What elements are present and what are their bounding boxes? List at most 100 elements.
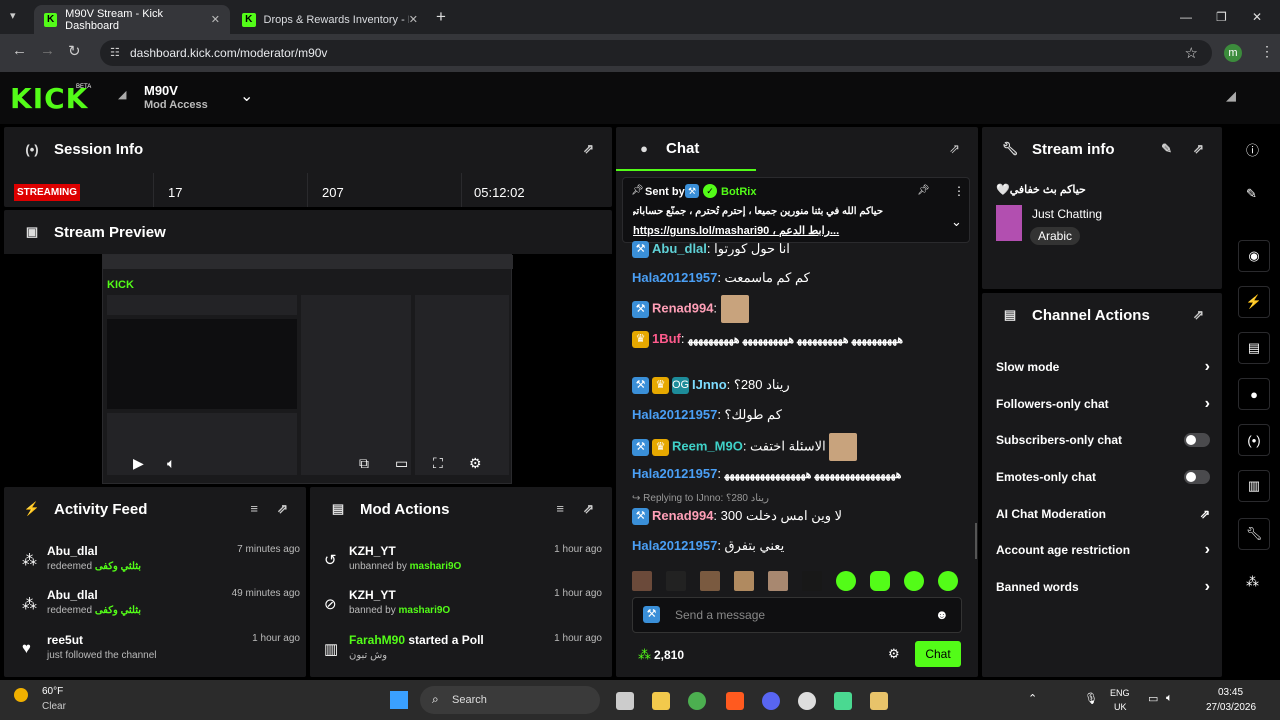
info-icon[interactable]: ⓘ [1246,140,1259,159]
mod-action-user[interactable]: KZH_YT [349,588,396,602]
emote-button[interactable] [870,571,890,591]
activity-user[interactable]: ree5ut [47,633,83,647]
clock-date[interactable]: 27/03/2026 [1206,702,1256,713]
reply-context[interactable]: ↪ Replying to IJnno: ريناد 280؟ [632,493,972,504]
chat-username[interactable]: Reem_M9O [672,438,743,453]
settings-gear-icon[interactable]: ⚙ [469,455,482,472]
speaker-icon[interactable]: 🔈︎ [1166,692,1173,705]
emote-button[interactable] [632,571,652,591]
weather-icon[interactable] [14,688,28,702]
emoji-picker-icon[interactable]: ☻ [935,607,949,622]
tab-drops-rewards[interactable]: K Drops & Rewards Inventory - Ki ✕ [232,5,428,34]
pinned-message[interactable]: 📌︎ Sent by ⚒ ✓ BotRix 📌︎ ⋮ حياكم الله في… [622,177,970,243]
category-thumbnail[interactable] [996,205,1022,241]
language-region[interactable]: UK [1114,702,1127,712]
app-icon[interactable] [834,692,852,710]
filter-icon[interactable]: ≡ [556,501,564,516]
broadcast-icon[interactable]: (•) [1238,424,1270,456]
profile-avatar[interactable]: m [1224,44,1242,62]
new-tab-button[interactable]: + [436,7,446,27]
tray-chevron-icon[interactable]: ⌃ [1028,692,1037,705]
site-info-icon[interactable]: ☷ [110,46,120,59]
pinned-line-2[interactable]: https://guns.lol/mashari90 ، رابط الدعم.… [633,224,873,237]
close-tab-icon[interactable]: ✕ [409,13,418,26]
reload-icon[interactable]: ↻ [68,42,81,60]
account-age-row[interactable]: Account age restriction › [996,532,1210,568]
mod-action-user[interactable]: FarahM90 started a Poll [349,633,484,647]
lightning-icon[interactable]: ⚡ [1238,286,1270,318]
tab-list-icon[interactable]: ▾ [10,9,16,22]
chat-username[interactable]: IJnno [692,377,727,392]
chat-username[interactable]: Hala20121957 [632,407,717,422]
obs-icon[interactable] [798,692,816,710]
chat-username[interactable]: Hala20121957 [632,466,717,481]
emotes-only-toggle[interactable] [1184,470,1210,484]
chat-send-button[interactable]: Chat [915,641,961,667]
microphone-icon[interactable]: 🎙︎ [1084,692,1098,705]
popout-icon[interactable]: ⇗ [277,501,288,517]
pip-icon[interactable]: ⧉ [359,455,369,472]
slow-mode-row[interactable]: Slow mode › [996,349,1210,385]
chrome-icon[interactable] [688,692,706,710]
chat-username[interactable]: Renad994 [652,508,713,523]
bookmark-star-icon[interactable]: ☆ [1185,44,1198,62]
emote-button[interactable] [836,571,856,591]
mod-action-user[interactable]: KZH_YT [349,544,396,558]
chat-settings-icon[interactable]: ⚙ [888,646,900,662]
popout-icon[interactable]: ⇗ [1193,141,1204,157]
banned-words-row[interactable]: Banned words › [996,569,1210,605]
minimize-icon[interactable]: — [1180,10,1192,24]
more-options-icon[interactable]: ⋮ [953,184,965,198]
discord-icon[interactable] [762,692,780,710]
network-icon[interactable]: ▭ [1148,692,1158,705]
popout-icon[interactable]: ⇗ [949,141,960,157]
taskbar-search[interactable]: ⌕ Search [420,686,600,714]
pinned-author[interactable]: BotRix [721,186,756,198]
brave-icon[interactable] [726,692,744,710]
channel-actions-icon[interactable]: ▥ [1238,470,1270,502]
popout-icon[interactable]: ⇗ [583,501,594,517]
task-view-icon[interactable] [616,692,634,710]
emote-button[interactable] [938,571,958,591]
points-balance[interactable]: 2,810 [654,648,684,662]
restore-icon[interactable]: ❐ [1216,10,1227,24]
edit-layout-icon[interactable]: ✎ [1246,186,1257,202]
play-icon[interactable]: ▶ [133,455,144,472]
forward-icon[interactable]: → [40,42,55,59]
category-name[interactable]: Just Chatting [1032,207,1102,221]
start-button[interactable] [390,691,408,709]
chat-username[interactable]: 1Buf [652,331,681,346]
browser-menu-icon[interactable]: ⋮ [1260,43,1274,60]
close-tab-icon[interactable]: ✕ [211,13,220,26]
chat-username[interactable]: Renad994 [652,300,713,315]
emote-button[interactable] [700,571,720,591]
chat-scrollbar[interactable] [975,523,977,559]
url-input[interactable]: ☷ dashboard.kick.com/moderator/m90v ☆ [100,40,1212,66]
chat-bubble-icon[interactable]: ● [1238,378,1270,410]
chat-username[interactable]: Hala20121957 [632,538,717,553]
chat-username[interactable]: Hala20121957 [632,270,717,285]
language-code[interactable]: ENG [1110,688,1130,698]
activity-user[interactable]: Abu_dlal [47,588,98,602]
points-icon[interactable]: ⁂ [1246,574,1259,590]
user-avatar-icon[interactable]: ◢ [1226,88,1236,104]
expand-chevron-icon[interactable]: ⌄ [951,214,962,230]
theater-icon[interactable]: ▭ [395,455,408,472]
edit-pencil-icon[interactable]: ✎ [1161,141,1172,157]
activity-user[interactable]: Abu_dlal [47,544,98,558]
emote-button[interactable] [734,571,754,591]
clipboard-icon[interactable]: ▤ [1238,332,1270,364]
popout-icon[interactable]: ⇗ [1193,307,1204,323]
file-explorer-icon[interactable] [652,692,670,710]
tab-kick-dashboard[interactable]: K M90V Stream - Kick Dashboard ✕ [34,5,230,34]
emote-button[interactable] [904,571,924,591]
popout-icon[interactable]: ⇗ [583,141,594,157]
volume-icon[interactable]: 🔈︎ [167,455,175,472]
clock-time[interactable]: 03:45 [1218,687,1243,698]
channel-switch-chevron-icon[interactable]: ⌄ [240,86,253,106]
chat-input-box[interactable]: ⚒ Send a message ☻ [632,597,962,633]
camera-icon[interactable]: ◉ [1238,240,1270,272]
close-window-icon[interactable]: ✕ [1252,10,1262,24]
unpin-icon[interactable]: 📌︎ [917,185,930,196]
fullscreen-icon[interactable]: ⛶ [433,455,443,472]
